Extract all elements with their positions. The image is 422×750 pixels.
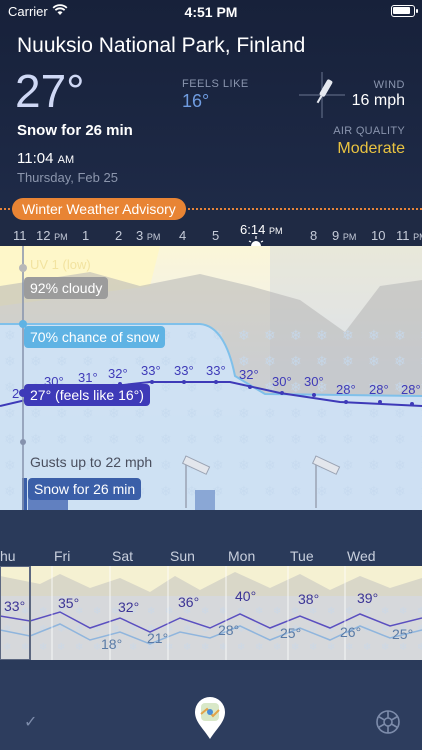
day-low: 25° (392, 626, 414, 642)
temp-value: 2 (12, 386, 20, 401)
sunset-time: 6:14 PM (240, 222, 283, 237)
precip-bar (195, 490, 215, 510)
hour-tick: 10 (371, 228, 386, 243)
hour-tick: 1 (82, 228, 90, 243)
day-high: 35° (58, 595, 80, 611)
advisory-badge[interactable]: Winter Weather Advisory (12, 198, 186, 220)
local-time-value: 11:04 (17, 150, 54, 167)
temp-value: 28° (369, 382, 389, 397)
temp-value: 28° (336, 382, 356, 397)
current-condition: Snow for 26 min (17, 122, 133, 139)
feels-like-label: FEELS LIKE (182, 78, 249, 90)
day-low: 25° (280, 625, 302, 641)
battery-icon (391, 5, 418, 17)
day-name[interactable]: Wed (347, 548, 376, 564)
sunset-icon (248, 236, 264, 246)
wind-label: WIND (373, 79, 405, 91)
gust-dot (20, 439, 26, 445)
day-name[interactable]: Sat (112, 548, 133, 564)
temperature-label: 27° (feels like 16°) (24, 384, 150, 406)
day-low: 28° (218, 622, 240, 638)
hour-tick: 11 PM (396, 228, 422, 243)
temp-value: 32° (108, 366, 128, 381)
hour-tick: 8 (310, 228, 318, 243)
day-high: 32° (118, 599, 140, 615)
day-low: 18° (101, 636, 123, 652)
hour-tick: 12 PM (36, 228, 68, 243)
current-temperature: 27° (15, 65, 85, 117)
day-name[interactable]: Sun (170, 548, 195, 564)
hour-tick: 4 (179, 228, 187, 243)
hour-tick: 3 PM (136, 228, 161, 243)
local-date: Thursday, Feb 25 (17, 170, 118, 185)
temp-value: 32° (239, 367, 259, 382)
gust-label: Gusts up to 22 mph (30, 454, 153, 470)
local-time: 11:04 AM (17, 150, 74, 167)
temp-value: 30° (304, 374, 324, 389)
status-time: 4:51 PM (184, 4, 238, 20)
hour-tick: 5 (212, 228, 220, 243)
air-quality-value[interactable]: Moderate (300, 140, 405, 158)
local-time-suffix: AM (57, 154, 75, 166)
header: Carrier 4:51 PM Nuuksio National Park, F… (0, 0, 422, 205)
temp-value: 33° (141, 363, 161, 378)
day-low: 26° (340, 624, 362, 640)
temp-value: 31° (78, 370, 98, 385)
hourly-chart[interactable]: ❄ UV 1 (l (0, 246, 422, 510)
wind-value: 16 mph (351, 92, 405, 109)
day-name[interactable]: hu (0, 548, 16, 564)
uv-label: UV 1 (low) (30, 257, 91, 272)
hour-tick: 2 (115, 228, 123, 243)
gear-icon[interactable] (374, 708, 402, 736)
cloud-label: 92% cloudy (24, 277, 109, 299)
temp-value: 30° (272, 374, 292, 389)
snow-chance-label: 70% chance of snow (24, 326, 166, 348)
checkmark-icon[interactable]: ✓ (24, 712, 37, 732)
hour-axis: 11 12 PM 1 2 3 PM 4 5 6:14 PM 8 9 PM 10 … (0, 222, 422, 246)
temp-value: 33° (206, 363, 226, 378)
temp-value: 33° (174, 363, 194, 378)
air-quality-label: AIR QUALITY (333, 125, 405, 137)
day-high: 33° (4, 598, 26, 614)
day-name[interactable]: Mon (228, 548, 255, 564)
feels-like-value: 16° (182, 91, 210, 111)
daily-chart-graphics: ❄ (0, 566, 422, 660)
day-name[interactable]: Fri (54, 548, 70, 564)
day-low: 21° (147, 630, 169, 646)
day-name[interactable]: Tue (290, 548, 314, 564)
status-bar: Carrier 4:51 PM (0, 0, 422, 24)
temp-value: 28° (401, 382, 421, 397)
map-pin-icon[interactable] (193, 696, 227, 740)
day-high: 40° (235, 588, 257, 604)
daily-chart[interactable]: ❄ 33° 35° 32° 18° 36° 21° 40° 28° 38° 25… (0, 566, 422, 660)
precip-label: Snow for 26 min (28, 478, 142, 500)
day-high: 39° (357, 590, 379, 606)
day-high: 38° (298, 591, 320, 607)
hour-tick: 9 PM (332, 228, 357, 243)
hour-tick: 11 (13, 228, 27, 243)
day-high: 36° (178, 594, 200, 610)
location-title[interactable]: Nuuksio National Park, Finland (17, 34, 305, 58)
